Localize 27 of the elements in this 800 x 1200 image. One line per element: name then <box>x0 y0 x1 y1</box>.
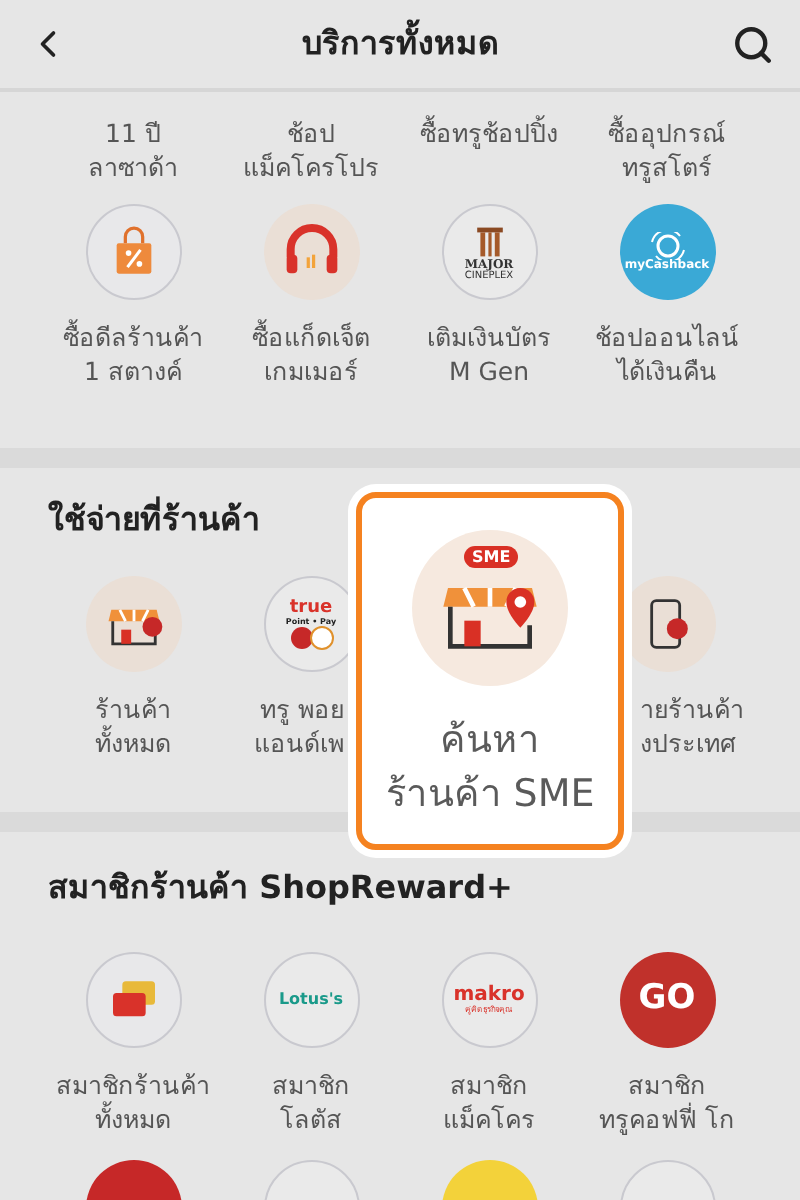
service-label: ช้อป แม็คโครโปร <box>243 116 379 184</box>
service-label: สมาชิก โลตัส <box>272 1068 350 1136</box>
service-label: ซื้อทรูช้อปปิ้ง <box>420 116 558 153</box>
service-label: ซื้อดีลร้านค้า 1 สตางค์ <box>63 320 203 388</box>
lotus-logo: Lotus's <box>263 952 359 1048</box>
service-label: ร้านค้า ทั้งหมด <box>95 692 171 760</box>
service-label: ช้อปออนไลน์ ได้เงินคืน <box>595 320 739 388</box>
section-title: สมาชิกร้านค้า ShopReward+ <box>48 868 513 906</box>
headphones-icon <box>263 204 359 300</box>
service-label: ายร้านค้า งประเทศ <box>638 692 744 760</box>
service-label: ค้นหา ร้านค้า SME <box>385 716 595 820</box>
service-label: เติมเงินบัตร M Gen <box>427 320 551 388</box>
service-label: 11 ปี ลาซาด้า <box>88 116 178 184</box>
shopping-bag-icon <box>85 204 181 300</box>
section-title: ใช้จ่ายที่ร้านค้า <box>48 500 260 538</box>
service-label: ซื้ออุปกรณ์ ทรูสโตร์ <box>608 116 726 184</box>
service-label: สมาชิก แม็คโคร <box>443 1068 535 1136</box>
go-logo: GO <box>619 952 715 1048</box>
page-title: บริการทั้งหมด <box>302 20 498 68</box>
service-label: ซื้อแก็ดเจ็ต เกมเมอร์ <box>252 320 370 388</box>
cards-icon <box>85 952 181 1048</box>
service-label: ทรู พอย แอนด์เพ <box>254 692 346 760</box>
sme-search-spotlight[interactable]: SME ค้นหา ร้านค้า SME <box>348 484 632 858</box>
service-label: สมาชิก ทรูคอฟฟี่ โก <box>599 1068 735 1136</box>
service-label: สมาชิกร้านค้า ทั้งหมด <box>56 1068 210 1136</box>
sme-badge: SME <box>464 546 519 568</box>
search-icon <box>731 23 773 65</box>
